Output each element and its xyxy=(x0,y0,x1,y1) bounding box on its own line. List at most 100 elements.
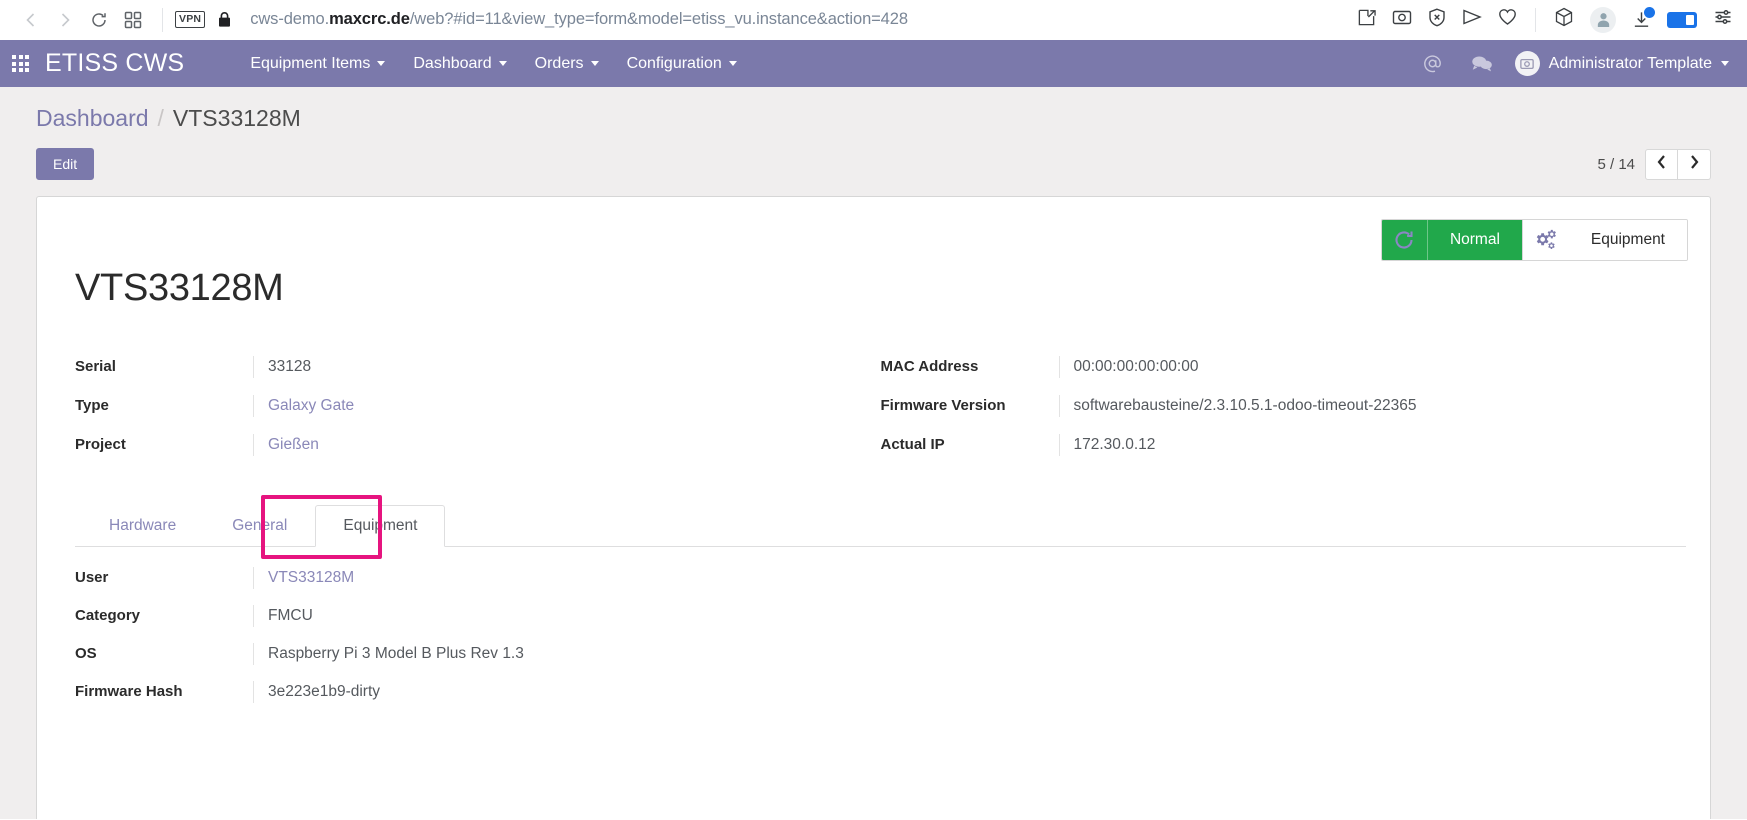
brand-title[interactable]: ETISS CWS xyxy=(45,49,184,78)
pager-next-button[interactable] xyxy=(1678,148,1711,180)
refresh-circular-arrow-icon xyxy=(1382,220,1428,260)
field-value: softwarebausteine/2.3.10.5.1-odoo-timeou… xyxy=(1058,395,1647,417)
field-mac-address: MAC Address 00:00:00:00:00:00 xyxy=(881,356,1647,378)
field-label: MAC Address xyxy=(880,358,979,375)
sheet-background: Normal Equipment VTS33128M Serial 33128 xyxy=(0,196,1747,819)
navbar-right-tools: Administrator Template xyxy=(1408,51,1729,76)
field-label: Category xyxy=(75,607,141,624)
back-button[interactable] xyxy=(14,3,48,37)
user-name-label: Administrator Template xyxy=(1548,54,1712,72)
menu-item-orders[interactable]: Orders xyxy=(521,49,613,79)
tab-overview-button[interactable] xyxy=(116,3,150,37)
reload-button[interactable] xyxy=(82,3,116,37)
field-value: 3e223e1b9-dirty xyxy=(253,681,1686,703)
back-arrow-icon xyxy=(21,10,41,30)
field-user: User VTS33128M xyxy=(75,567,1686,589)
vpn-badge[interactable]: VPN xyxy=(175,10,206,29)
lock-icon[interactable] xyxy=(217,11,232,28)
heart-icon[interactable] xyxy=(1498,8,1517,31)
field-actual-ip: Actual IP 172.30.0.12 xyxy=(881,434,1647,456)
menu-item-dashboard[interactable]: Dashboard xyxy=(399,49,520,79)
field-label: Project xyxy=(75,436,126,453)
field-value-link[interactable]: Galaxy Gate xyxy=(253,395,841,417)
field-value: FMCU xyxy=(253,605,1686,627)
record-pager: 5 / 14 xyxy=(1597,148,1711,180)
at-mention-icon[interactable] xyxy=(1408,53,1457,74)
tab-hardware[interactable]: Hardware xyxy=(81,505,204,547)
send-icon[interactable] xyxy=(1462,8,1482,31)
tab-grid-icon xyxy=(124,11,142,29)
camera-icon[interactable] xyxy=(1392,8,1412,31)
url-prefix: cws-demo. xyxy=(250,10,330,28)
control-panel: Dashboard / VTS33128M Edit 5 / 14 xyxy=(0,87,1747,196)
field-label: Serial xyxy=(75,358,116,375)
field-firmware-version: Firmware Version softwarebausteine/2.3.1… xyxy=(881,395,1647,417)
control-panel-actions: Edit 5 / 14 xyxy=(36,148,1711,180)
field-label: Actual IP xyxy=(880,436,945,453)
field-value-link[interactable]: VTS33128M xyxy=(253,567,1686,589)
cube-icon[interactable] xyxy=(1554,7,1574,33)
stat-button-status-label: Normal xyxy=(1449,231,1500,248)
tab-panel-equipment: User VTS33128M Category FMCU OS Raspberr… xyxy=(75,567,1686,703)
chevron-down-icon xyxy=(1721,61,1729,66)
url-suffix: /web?#id=11&view_type=form&model=etiss_v… xyxy=(409,10,908,28)
battery-icon[interactable] xyxy=(1667,11,1697,28)
field-serial: Serial 33128 xyxy=(75,356,841,378)
tab-general[interactable]: General xyxy=(204,505,315,547)
edit-button[interactable]: Edit xyxy=(36,148,95,180)
menu-label: Dashboard xyxy=(413,54,492,72)
chevron-down-icon xyxy=(498,61,507,66)
settings-sliders-icon[interactable] xyxy=(1713,7,1733,32)
menu-label: Equipment Items xyxy=(250,54,371,72)
download-icon[interactable] xyxy=(1632,7,1655,29)
field-type: Type Galaxy Gate xyxy=(75,395,841,417)
forward-button[interactable] xyxy=(48,3,82,37)
field-label: OS xyxy=(75,645,97,662)
user-menu[interactable]: Administrator Template xyxy=(1507,51,1729,76)
chevron-left-icon xyxy=(1656,154,1667,175)
chat-bubble-icon[interactable] xyxy=(1457,54,1507,73)
download-badge-dot xyxy=(1644,7,1655,18)
breadcrumb-separator: / xyxy=(157,105,164,131)
pin-note-icon[interactable] xyxy=(1357,8,1376,32)
notebook-tabs: Hardware General Equipment xyxy=(75,495,1686,559)
notebook: Hardware General Equipment User VTS33128… xyxy=(75,495,1686,703)
field-value-link[interactable]: Gießen xyxy=(253,434,841,456)
apps-grid-icon[interactable] xyxy=(12,55,29,72)
record-form-sheet: Normal Equipment VTS33128M Serial 33128 xyxy=(36,196,1711,819)
field-value: Raspberry Pi 3 Model B Plus Rev 1.3 xyxy=(253,643,1686,665)
pager-buttons xyxy=(1645,148,1711,180)
breadcrumb-current: VTS33128M xyxy=(172,105,301,131)
forward-arrow-icon xyxy=(55,10,75,30)
field-value: 00:00:00:00:00:00 xyxy=(1058,356,1647,378)
app-navbar: ETISS CWS Equipment Items Dashboard Orde… xyxy=(0,40,1747,87)
address-bar[interactable]: cws-demo.maxcrc.de/web?#id=11&view_type=… xyxy=(250,10,1357,29)
gears-icon xyxy=(1523,228,1569,252)
breadcrumb-parent-link[interactable]: Dashboard xyxy=(36,105,149,132)
breadcrumb: Dashboard / VTS33128M xyxy=(36,105,1711,132)
stat-button-equipment[interactable]: Equipment xyxy=(1522,220,1687,260)
field-value: 33128 xyxy=(253,356,841,378)
shield-block-icon[interactable] xyxy=(1428,7,1446,32)
main-fields-group: Serial 33128 Type Galaxy Gate Project Gi… xyxy=(75,356,1686,473)
field-value: 172.30.0.12 xyxy=(1058,434,1647,456)
field-firmware-hash: Firmware Hash 3e223e1b9-dirty xyxy=(75,681,1686,703)
fields-column-left: Serial 33128 Type Galaxy Gate Project Gi… xyxy=(75,356,881,473)
stat-button-status[interactable]: Normal xyxy=(1381,220,1523,260)
profile-avatar-icon[interactable] xyxy=(1590,6,1616,33)
menu-label: Orders xyxy=(534,54,584,72)
menu-item-configuration[interactable]: Configuration xyxy=(613,49,751,79)
pager-previous-button[interactable] xyxy=(1645,148,1678,180)
toolbar-divider xyxy=(162,7,163,32)
chevron-down-icon xyxy=(377,61,386,66)
reload-icon xyxy=(89,10,109,30)
field-project: Project Gießen xyxy=(75,434,841,456)
menu-item-equipment-items[interactable]: Equipment Items xyxy=(236,49,399,79)
field-category: Category FMCU xyxy=(75,605,1686,627)
fields-column-right: MAC Address 00:00:00:00:00:00 Firmware V… xyxy=(881,356,1687,473)
toolbar-divider-2 xyxy=(1535,7,1536,32)
tab-equipment[interactable]: Equipment xyxy=(315,505,446,547)
chevron-down-icon xyxy=(728,61,737,66)
chevron-down-icon xyxy=(590,61,599,66)
pager-count: 5 / 14 xyxy=(1597,155,1635,173)
